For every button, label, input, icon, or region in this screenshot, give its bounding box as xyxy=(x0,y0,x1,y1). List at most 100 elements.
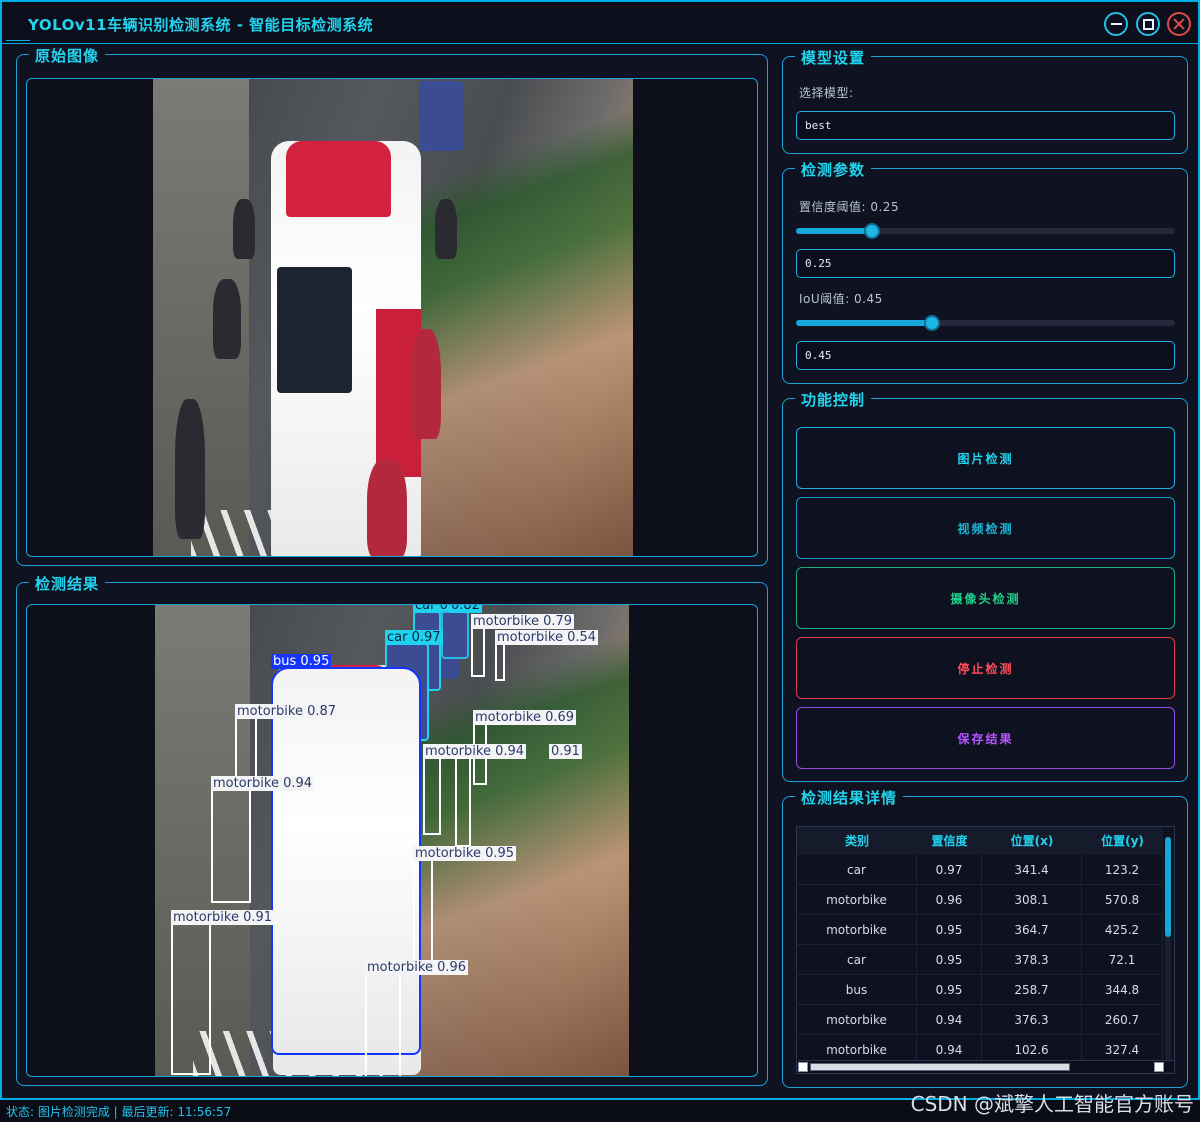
minimize-icon xyxy=(1110,23,1122,25)
detection-label: 0.91 xyxy=(549,744,582,759)
table-cell: 0.96 xyxy=(917,885,982,915)
detection-box: motorbike 0.96 xyxy=(365,960,469,1076)
confidence-input[interactable]: 0.25 xyxy=(796,249,1175,278)
result-image-frame: car 0.95 0.82 motorbike 0.79 motorbike 0… xyxy=(26,604,758,1077)
table-cell: 364.7 xyxy=(982,915,1082,945)
video-detect-button[interactable]: 视频检测 xyxy=(796,497,1175,559)
table-row[interactable]: motorbike 0.96 308.1 570.8 xyxy=(797,885,1163,915)
detection-details-title: 检测结果详情 xyxy=(795,787,904,808)
detection-box: motorbike 0.79 xyxy=(471,614,575,677)
detection-label: motorbike 0.87 xyxy=(235,704,339,719)
detection-box: motorbike 0.87 xyxy=(235,704,339,779)
detection-label: car 0.97 xyxy=(385,630,443,645)
column-header-confidence[interactable]: 置信度 xyxy=(917,827,982,855)
confidence-label: 置信度阈值: 0.25 xyxy=(799,200,900,214)
detection-box: motorbike 0.54 xyxy=(495,630,599,681)
column-header-y[interactable]: 位置(y) xyxy=(1082,827,1163,855)
original-image xyxy=(153,79,633,556)
detection-label: motorbike 0.94 xyxy=(423,744,527,759)
app-window: YOLOv11车辆识别检测系统 - 智能目标检测系统 原始图像 检测结果 car… xyxy=(0,0,1200,1100)
minimize-button[interactable] xyxy=(1104,12,1128,36)
watermark: CSDN @斌擎人工智能官方账号 xyxy=(910,1092,1194,1116)
table-row[interactable]: motorbike 0.94 376.3 260.7 xyxy=(797,1005,1163,1035)
image-detect-button[interactable]: 图片检测 xyxy=(796,427,1175,489)
detection-label: bus 0.95 xyxy=(271,654,332,669)
maximize-icon xyxy=(1142,18,1154,30)
iou-label: IoU阈值: 0.45 xyxy=(799,292,883,306)
confidence-slider[interactable] xyxy=(796,223,1175,239)
table-cell: 0.95 xyxy=(917,975,982,1005)
table-cell: 378.3 xyxy=(982,945,1082,975)
detection-label: motorbike 0.96 xyxy=(365,960,469,975)
table-cell: 376.3 xyxy=(982,1005,1082,1035)
close-button[interactable] xyxy=(1167,12,1191,36)
detection-label: motorbike 0.95 xyxy=(413,846,517,861)
table-row[interactable]: car 0.95 378.3 72.1 xyxy=(797,945,1163,975)
table-vertical-scroll-thumb[interactable] xyxy=(1165,837,1171,937)
table-cell: 425.2 xyxy=(1082,915,1163,945)
detection-label: motorbike 0.91 xyxy=(171,910,275,925)
table-cell: car xyxy=(797,855,917,885)
scroll-left-icon[interactable] xyxy=(798,1062,808,1072)
original-image-title: 原始图像 xyxy=(29,45,106,66)
iou-slider-fill xyxy=(796,320,932,326)
iou-input[interactable]: 0.45 xyxy=(796,341,1175,370)
table-cell: motorbike xyxy=(797,885,917,915)
table-cell: motorbike xyxy=(797,915,917,945)
scroll-right-icon[interactable] xyxy=(1154,1062,1164,1072)
save-result-button[interactable]: 保存结果 xyxy=(796,707,1175,769)
table-cell: 0.97 xyxy=(917,855,982,885)
table-header: 类别 置信度 位置(x) 位置(y) xyxy=(797,827,1163,855)
model-select[interactable]: best xyxy=(796,111,1175,140)
table-cell: 72.1 xyxy=(1082,945,1163,975)
confidence-slider-fill xyxy=(796,228,872,234)
table-row[interactable]: motorbike 0.95 364.7 425.2 xyxy=(797,915,1163,945)
confidence-slider-handle[interactable] xyxy=(864,223,880,239)
detection-box: motorbike 0.95 xyxy=(413,846,517,969)
table-cell: bus xyxy=(797,975,917,1005)
title-bar: YOLOv11车辆识别检测系统 - 智能目标检测系统 xyxy=(2,2,1198,44)
result-image-title: 检测结果 xyxy=(29,573,106,594)
detection-label: motorbike 0.54 xyxy=(495,630,599,645)
table-cell: 0.94 xyxy=(917,1005,982,1035)
result-image: car 0.95 0.82 motorbike 0.79 motorbike 0… xyxy=(155,605,629,1076)
iou-slider[interactable] xyxy=(796,315,1175,331)
close-icon xyxy=(1173,18,1185,30)
model-settings-title: 模型设置 xyxy=(795,47,872,68)
detection-box: 0.91 xyxy=(455,744,582,847)
detection-box: motorbike 0.91 xyxy=(171,910,275,1075)
detection-label: 0.82 xyxy=(449,605,482,613)
table-cell: 258.7 xyxy=(982,975,1082,1005)
stop-detect-button[interactable]: 停止检测 xyxy=(796,637,1175,699)
detection-label: motorbike 0.69 xyxy=(473,710,577,725)
function-control-title: 功能控制 xyxy=(795,389,872,410)
title-accent-line xyxy=(6,40,30,41)
detection-params-title: 检测参数 xyxy=(795,159,872,180)
column-header-x[interactable]: 位置(x) xyxy=(982,827,1082,855)
detection-label: motorbike 0.94 xyxy=(211,776,315,791)
table-cell: 570.8 xyxy=(1082,885,1163,915)
iou-slider-handle[interactable] xyxy=(924,315,940,331)
detection-box: motorbike 0.94 xyxy=(423,744,527,835)
table-row[interactable]: bus 0.95 258.7 344.8 xyxy=(797,975,1163,1005)
table-cell: 0.95 xyxy=(917,915,982,945)
camera-detect-button[interactable]: 摄像头检测 xyxy=(796,567,1175,629)
table-cell: 308.1 xyxy=(982,885,1082,915)
table-cell: 344.8 xyxy=(1082,975,1163,1005)
table-row[interactable]: car 0.97 341.4 123.2 xyxy=(797,855,1163,885)
table-horizontal-scrollbar[interactable] xyxy=(798,1060,1174,1072)
model-select-label: 选择模型: xyxy=(799,86,854,100)
table-cell: 260.7 xyxy=(1082,1005,1163,1035)
table-cell: 123.2 xyxy=(1082,855,1163,885)
table-cell: car xyxy=(797,945,917,975)
table-cell: motorbike xyxy=(797,1005,917,1035)
table-cell: 0.95 xyxy=(917,945,982,975)
results-table: 类别 置信度 位置(x) 位置(y) car 0.97 341.4 123.2 moto… xyxy=(796,826,1175,1074)
original-image-frame xyxy=(26,78,758,557)
column-header-class[interactable]: 类别 xyxy=(797,827,917,855)
detection-box: motorbike 0.94 xyxy=(211,776,315,903)
maximize-button[interactable] xyxy=(1136,12,1160,36)
table-horizontal-scroll-thumb[interactable] xyxy=(810,1063,1070,1071)
detection-box: 0.82 xyxy=(441,605,482,659)
detection-label: motorbike 0.79 xyxy=(471,614,575,629)
